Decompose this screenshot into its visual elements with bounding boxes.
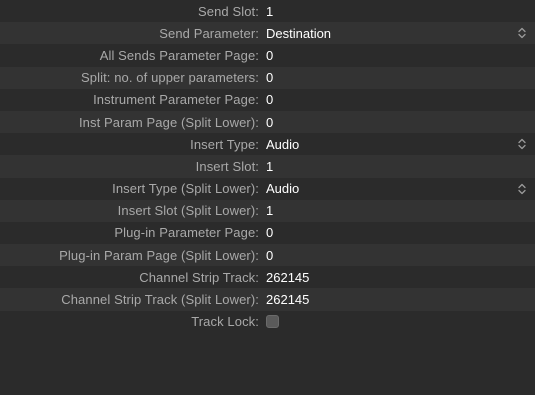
- plugin-param-page-split-lower-value[interactable]: 0: [266, 248, 535, 263]
- insert-slot-split-lower-value[interactable]: 1: [266, 203, 535, 218]
- insert-type-label: Insert Type:: [190, 136, 259, 152]
- row-insert-type-split-lower[interactable]: Insert Type (Split Lower): Audio: [0, 177, 535, 200]
- split-upper-parameters-value[interactable]: 0: [266, 70, 535, 85]
- track-lock-checkbox[interactable]: [266, 315, 279, 329]
- channel-strip-track-split-lower-value[interactable]: 262145: [266, 292, 535, 307]
- row-channel-strip-track: Channel Strip Track: 262145: [0, 266, 535, 289]
- row-track-lock: Track Lock:: [0, 310, 535, 333]
- row-instrument-parameter-page: Instrument Parameter Page: 0: [0, 88, 535, 111]
- send-slot-label: Send Slot:: [198, 3, 259, 19]
- plugin-parameter-page-label: Plug-in Parameter Page:: [114, 225, 259, 241]
- send-parameter-popup[interactable]: Destination: [266, 26, 535, 41]
- row-split-upper-parameters: Split: no. of upper parameters: 0: [0, 66, 535, 89]
- up-down-chevron-icon[interactable]: [517, 26, 527, 40]
- row-insert-slot-split-lower: Insert Slot (Split Lower): 1: [0, 199, 535, 222]
- inst-param-page-split-lower-label: Inst Param Page (Split Lower):: [78, 114, 259, 130]
- plugin-parameter-page-value[interactable]: 0: [266, 225, 535, 240]
- inst-param-page-split-lower-value[interactable]: 0: [266, 115, 535, 130]
- row-insert-slot: Insert Slot: 1: [0, 155, 535, 178]
- row-channel-strip-track-split-lower: Channel Strip Track (Split Lower): 26214…: [0, 288, 535, 311]
- plugin-param-page-split-lower-label: Plug-in Param Page (Split Lower):: [59, 247, 259, 263]
- insert-slot-label: Insert Slot:: [195, 158, 259, 174]
- instrument-parameter-page-value[interactable]: 0: [266, 92, 535, 107]
- row-all-sends-parameter-page: All Sends Parameter Page: 0: [0, 44, 535, 67]
- row-insert-type[interactable]: Insert Type: Audio: [0, 133, 535, 156]
- up-down-chevron-icon[interactable]: [517, 137, 527, 151]
- send-slot-value[interactable]: 1: [266, 4, 535, 19]
- channel-strip-track-split-lower-label: Channel Strip Track (Split Lower):: [61, 292, 259, 308]
- insert-slot-split-lower-label: Insert Slot (Split Lower):: [117, 203, 259, 219]
- up-down-chevron-icon[interactable]: [517, 182, 527, 196]
- row-send-slot: Send Slot: 1: [0, 0, 535, 23]
- channel-strip-track-label: Channel Strip Track:: [139, 269, 259, 285]
- insert-type-popup[interactable]: Audio: [266, 137, 535, 152]
- channel-strip-track-value[interactable]: 262145: [266, 270, 535, 285]
- insert-slot-value[interactable]: 1: [266, 159, 535, 174]
- split-upper-parameters-label: Split: no. of upper parameters:: [81, 70, 259, 86]
- row-inst-param-page-split-lower: Inst Param Page (Split Lower): 0: [0, 110, 535, 134]
- row-plugin-parameter-page: Plug-in Parameter Page: 0: [0, 221, 535, 245]
- row-send-parameter[interactable]: Send Parameter: Destination: [0, 22, 535, 45]
- insert-type-split-lower-popup[interactable]: Audio: [266, 181, 535, 196]
- all-sends-parameter-page-label: All Sends Parameter Page:: [99, 47, 259, 63]
- track-lock-label: Track Lock:: [191, 314, 259, 330]
- send-parameter-label: Send Parameter:: [159, 25, 259, 41]
- instrument-parameter-page-label: Instrument Parameter Page:: [93, 92, 259, 108]
- all-sends-parameter-page-value[interactable]: 0: [266, 48, 535, 63]
- parameter-inspector-panel: Send Slot: 1 Send Parameter: Destination…: [0, 0, 535, 395]
- insert-type-split-lower-label: Insert Type (Split Lower):: [112, 181, 259, 197]
- row-plugin-param-page-split-lower: Plug-in Param Page (Split Lower): 0: [0, 244, 535, 267]
